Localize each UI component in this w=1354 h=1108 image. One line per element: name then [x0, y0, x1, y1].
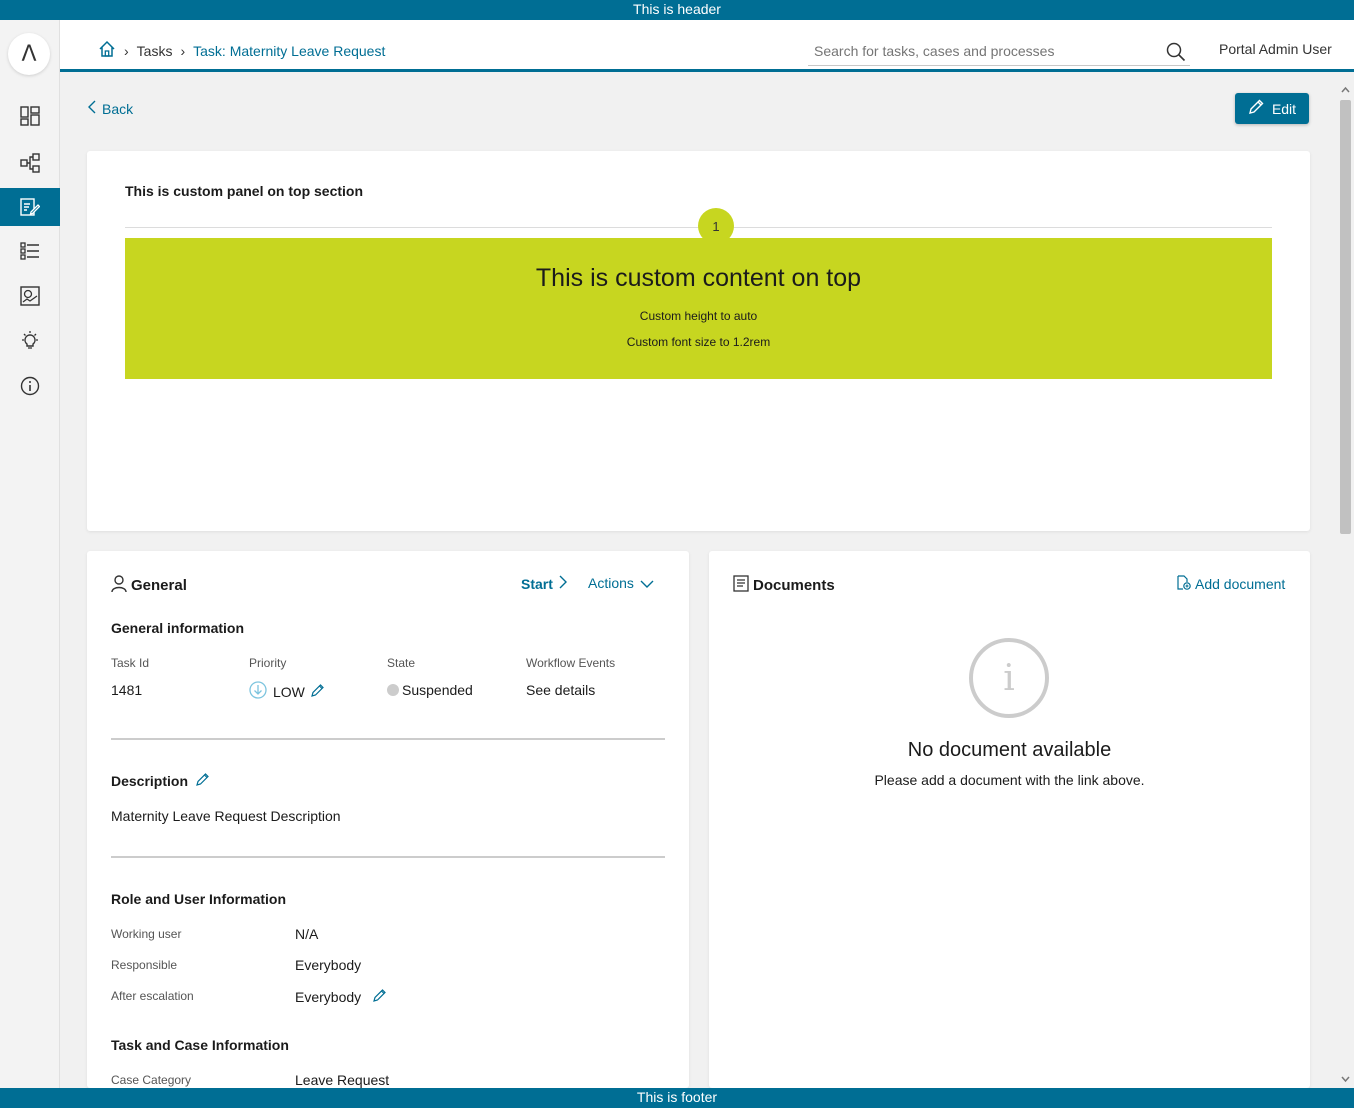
- documents-panel: Documents Add document i No document ava…: [709, 551, 1310, 1088]
- back-label: Back: [102, 100, 134, 117]
- user-icon: [111, 575, 127, 596]
- custom-top-panel: This is custom panel on top section This…: [87, 151, 1310, 531]
- custom-content-title: This is custom content on top: [535, 264, 862, 292]
- working-user-label: Working user: [111, 927, 182, 941]
- priority-label: Priority: [249, 656, 287, 670]
- task-id-value: 1481: [111, 682, 143, 698]
- chevron-left-icon: [88, 100, 96, 117]
- documents-title: Documents: [753, 577, 835, 594]
- document-icon: [733, 575, 749, 596]
- info-icon[interactable]: [0, 367, 60, 405]
- idea-icon[interactable]: [0, 322, 60, 360]
- global-search: [808, 40, 1190, 66]
- custom-content-line: Custom font size to 1.2rem: [626, 335, 771, 349]
- edit-button[interactable]: Edit: [1235, 93, 1309, 124]
- sidebar: Λ: [0, 20, 60, 1088]
- step-badge: 1: [698, 208, 734, 244]
- add-document-icon: [1176, 575, 1191, 593]
- empty-text: Please add a document with the link abov…: [874, 772, 1145, 788]
- task-id-label: Task Id: [111, 656, 150, 670]
- state-label: State: [387, 656, 416, 670]
- responsible-label: Responsible: [111, 958, 178, 972]
- pencil-icon[interactable]: [196, 772, 210, 789]
- general-panel: General Start Actions General informatio…: [87, 551, 689, 1088]
- search-icon[interactable]: [1166, 42, 1186, 67]
- description-heading: Description: [111, 772, 210, 789]
- task-case-heading: Task and Case Information: [111, 1037, 289, 1053]
- chevron-right-icon: ›: [124, 42, 129, 59]
- working-user-value: N/A: [295, 926, 319, 942]
- panel-title: This is custom panel on top section: [125, 183, 364, 199]
- actions-dropdown[interactable]: Actions: [588, 575, 654, 591]
- workflow-label: Workflow Events: [526, 656, 616, 670]
- case-category-value: Leave Request: [295, 1072, 390, 1088]
- case-list-icon[interactable]: [0, 232, 60, 270]
- state-value: Suspended: [402, 682, 473, 698]
- logo[interactable]: Λ: [8, 33, 50, 75]
- add-document-button[interactable]: Add document: [1176, 575, 1285, 593]
- after-escalation-value: Everybody: [295, 988, 362, 1005]
- general-info-heading: General information: [111, 620, 245, 636]
- back-link[interactable]: Back: [88, 100, 133, 117]
- priority-value: LOW: [273, 683, 305, 700]
- user-menu[interactable]: Portal Admin User: [1219, 41, 1332, 57]
- statistics-icon[interactable]: [0, 277, 60, 315]
- breadcrumb-tasks[interactable]: Tasks: [137, 43, 173, 59]
- description-title: Description: [111, 772, 189, 789]
- dashboard-icon[interactable]: [0, 97, 60, 135]
- custom-content-line: Custom height to auto: [639, 309, 758, 323]
- chevron-down-icon: [640, 575, 654, 591]
- state-field: Suspended: [387, 682, 473, 698]
- custom-content-box: This is custom content on top Custom hei…: [125, 238, 1272, 379]
- after-escalation-label: After escalation: [111, 989, 194, 1003]
- divider: [111, 738, 665, 740]
- task-icon[interactable]: [0, 188, 60, 226]
- process-icon[interactable]: [0, 144, 60, 182]
- pencil-icon: [1248, 99, 1264, 118]
- see-details-link[interactable]: See details: [526, 682, 595, 698]
- start-button[interactable]: Start: [521, 575, 567, 592]
- divider: [111, 856, 665, 858]
- search-input[interactable]: [808, 40, 1148, 59]
- arrow-down-circle-icon: [249, 681, 267, 702]
- add-document-label: Add document: [1195, 576, 1286, 592]
- responsible-value: Everybody: [295, 957, 362, 973]
- after-escalation-field: Everybody: [295, 988, 387, 1005]
- status-dot-icon: [387, 684, 399, 696]
- info-icon: i: [969, 638, 1049, 718]
- documents-header: Documents: [733, 575, 835, 596]
- priority-field: LOW: [249, 681, 325, 702]
- case-category-label: Case Category: [111, 1073, 192, 1087]
- empty-title: No document available: [907, 739, 1112, 761]
- top-navigation: › Tasks › Task: Maternity Leave Request …: [60, 20, 1354, 72]
- general-header: General: [111, 575, 187, 596]
- edit-label: Edit: [1271, 100, 1297, 117]
- pencil-icon[interactable]: [311, 683, 325, 700]
- footer-bar: This is footer: [0, 1088, 1354, 1108]
- scrollbar-thumb[interactable]: [1340, 100, 1351, 534]
- breadcrumb-current[interactable]: Task: Maternity Leave Request: [193, 43, 385, 59]
- general-title: General: [131, 577, 187, 594]
- chevron-right-icon: ›: [180, 42, 186, 59]
- home-icon[interactable]: [98, 40, 116, 61]
- chevron-right-icon: [559, 575, 567, 592]
- header-bar: This is header: [0, 0, 1354, 20]
- pencil-icon[interactable]: [373, 988, 387, 1005]
- role-info-heading: Role and User Information: [111, 891, 287, 907]
- actions-label: Actions: [588, 575, 634, 591]
- start-label: Start: [521, 575, 553, 592]
- breadcrumb: › Tasks › Task: Maternity Leave Request: [98, 40, 385, 61]
- description-value: Maternity Leave Request Description: [111, 808, 341, 824]
